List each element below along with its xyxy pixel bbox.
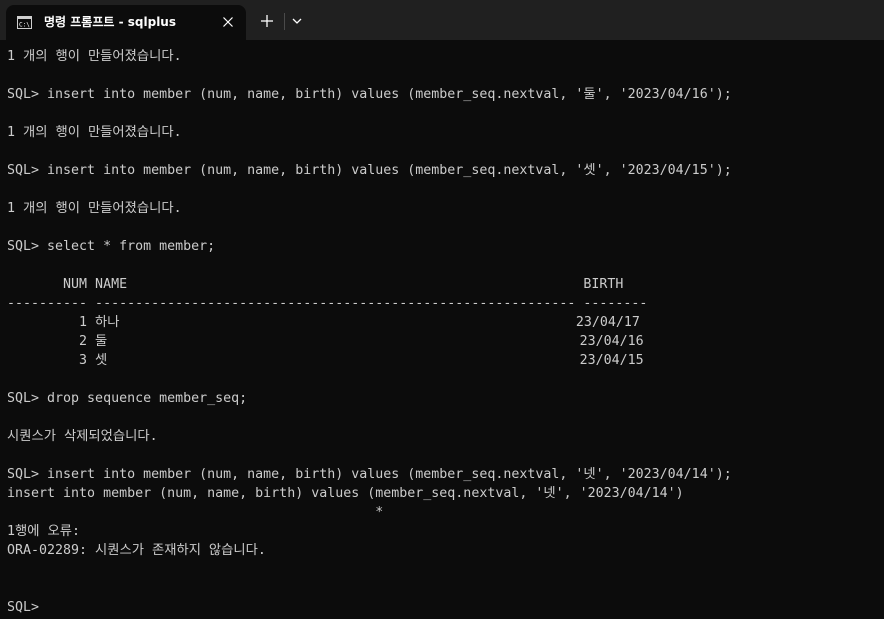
console-line: 시퀀스가 삭제되었습니다. [7,429,158,444]
chevron-down-icon[interactable] [290,14,304,28]
console-line: 1 개의 행이 만들어졌습니다. [7,125,182,140]
console-line: 1 개의 행이 만들어졌습니다. [7,201,182,216]
console-line: insert into member (num, name, birth) va… [7,486,684,501]
console-line: SQL> insert into member (num, name, birt… [7,163,732,178]
console-line: * [7,505,384,520]
console-line: SQL> [7,600,40,615]
console-line: SQL> insert into member (num, name, birt… [7,87,732,102]
console-line: 3 셋 23/04/15 [7,353,644,368]
console-line: 1 하나 23/04/17 [7,315,640,330]
console-line: 1 개의 행이 만들어졌습니다. [7,49,182,64]
console-line: 2 둘 23/04/16 [7,334,644,349]
console-line: SQL> select * from member; [7,239,216,254]
console-line: SQL> drop sequence member_seq; [7,391,248,406]
svg-text:C:\: C:\ [19,22,30,29]
tab-sqlplus[interactable]: C:\ 명령 프롬프트 - sqlplus [6,5,246,40]
console-line: 1행에 오류: [7,524,80,539]
command-prompt-icon: C:\ [17,16,32,29]
console-line: SQL> insert into member (num, name, birt… [7,467,732,482]
console-output[interactable]: 1 개의 행이 만들어졌습니다. SQL> insert into member … [7,47,732,617]
terminal-window: C:\ 명령 프롬프트 - sqlplus 1 개의 행이 만들어졌습니다. SQ… [0,0,884,619]
tab-divider [284,13,285,30]
console-line: ---------- -----------------------------… [7,296,648,311]
tab-title: 명령 프롬프트 - sqlplus [44,15,176,29]
console-line: ORA-02289: 시퀀스가 존재하지 않습니다. [7,543,266,558]
console-line: NUM NAME BIRTH [7,277,624,292]
title-bar: C:\ 명령 프롬프트 - sqlplus [0,0,884,40]
close-icon[interactable] [220,14,236,30]
plus-icon[interactable] [258,12,276,30]
